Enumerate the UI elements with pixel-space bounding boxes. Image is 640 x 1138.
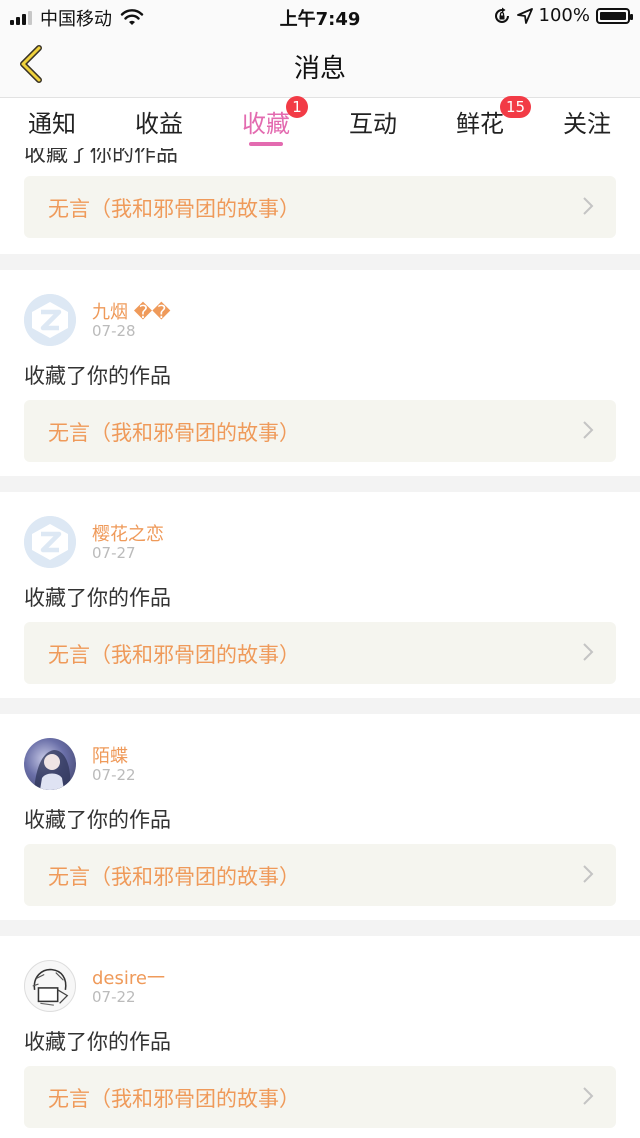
chevron-right-icon — [583, 1087, 594, 1105]
app-screen: 中国移动 上午7:49 100% 消息 通知 收益 收藏 1 互动 鲜花 15 … — [0, 0, 640, 1138]
username[interactable]: 陌蝶 — [92, 742, 128, 768]
tab-flowers[interactable]: 鲜花 15 — [440, 96, 532, 148]
chevron-right-icon — [583, 421, 594, 439]
username[interactable]: desire一 — [92, 964, 165, 990]
work-link[interactable]: 无言（我和邪骨团的故事） — [24, 400, 616, 462]
status-bar: 中国移动 上午7:49 100% — [0, 0, 640, 32]
action-text: 收藏了你的作品 — [24, 148, 179, 167]
status-right: 100% — [493, 5, 633, 26]
tab-label: 互动 — [349, 110, 397, 138]
work-title: 无言（我和邪骨团的故事） — [48, 1087, 300, 1111]
tab-label: 鲜花 — [456, 110, 504, 138]
username[interactable]: 九烟 �� — [92, 298, 171, 324]
action-text: 收藏了你的作品 — [24, 586, 171, 610]
active-tab-indicator — [249, 142, 283, 146]
timestamp: 07-22 — [92, 766, 136, 784]
tab-label: 通知 — [28, 110, 76, 138]
tab-badge: 1 — [286, 96, 308, 118]
work-link[interactable]: 无言（我和邪骨团的故事） — [24, 844, 616, 906]
chevron-right-icon — [583, 865, 594, 883]
battery-percent: 100% — [538, 5, 590, 26]
notification-card: 收藏了你的作品 无言（我和邪骨团的故事） — [0, 148, 640, 254]
chevron-right-icon — [583, 643, 594, 661]
location-arrow-icon — [516, 7, 533, 24]
navigation-bar: 消息 — [0, 32, 640, 98]
user-sketch-icon — [32, 968, 69, 1006]
action-text: 收藏了你的作品 — [24, 1030, 171, 1054]
rotation-lock-icon — [494, 7, 509, 23]
chevron-right-icon — [583, 197, 594, 215]
notification-card: 樱花之恋 07-27 收藏了你的作品 无言（我和邪骨团的故事） — [0, 492, 640, 698]
default-avatar-icon — [24, 294, 76, 346]
work-link[interactable]: 无言（我和邪骨团的故事） — [24, 1066, 616, 1128]
tab-label: 关注 — [563, 110, 611, 138]
tab-bar: 通知 收益 收藏 1 互动 鲜花 15 关注 — [0, 96, 640, 148]
work-link[interactable]: 无言（我和邪骨团的故事） — [24, 176, 616, 238]
notification-card: 九烟 �� 07-28 收藏了你的作品 无言（我和邪骨团的故事） — [0, 270, 640, 476]
action-text: 收藏了你的作品 — [24, 364, 171, 388]
avatar[interactable] — [24, 960, 76, 1012]
work-title: 无言（我和邪骨团的故事） — [48, 197, 300, 221]
battery-icon — [596, 7, 633, 24]
avatar[interactable] — [24, 516, 76, 568]
notification-card: desire一 07-22 收藏了你的作品 无言（我和邪骨团的故事） — [0, 936, 640, 1138]
work-title: 无言（我和邪骨团的故事） — [48, 643, 300, 667]
action-text: 收藏了你的作品 — [24, 808, 171, 832]
timestamp: 07-27 — [92, 544, 136, 562]
work-title: 无言（我和邪骨团的故事） — [48, 865, 300, 889]
tab-notifications[interactable]: 通知 — [12, 104, 92, 148]
notification-card: 陌蝶 07-22 收藏了你的作品 无言（我和邪骨团的故事） — [0, 714, 640, 920]
work-title: 无言（我和邪骨团的故事） — [48, 421, 300, 445]
tab-label: 收藏 — [242, 110, 290, 138]
tab-interactions[interactable]: 互动 — [333, 104, 413, 148]
tab-label: 收益 — [135, 110, 183, 138]
tab-following[interactable]: 关注 — [547, 104, 627, 148]
user-photo-icon — [34, 750, 71, 790]
username[interactable]: 樱花之恋 — [92, 520, 164, 546]
work-link[interactable]: 无言（我和邪骨团的故事） — [24, 622, 616, 684]
default-avatar-icon — [24, 516, 76, 568]
page-title: 消息 — [293, 54, 346, 84]
avatar[interactable] — [24, 294, 76, 346]
timestamp: 07-28 — [92, 322, 136, 340]
avatar[interactable] — [24, 738, 76, 790]
timestamp: 07-22 — [92, 988, 136, 1006]
tab-badge: 15 — [500, 96, 532, 118]
favorites-feed[interactable]: 收藏了你的作品 无言（我和邪骨团的故事） 九烟 �� 07-28 收藏了你的作品 — [0, 148, 640, 1138]
tab-favorites[interactable]: 收藏 1 — [226, 96, 308, 148]
tab-earnings[interactable]: 收益 — [119, 104, 199, 148]
